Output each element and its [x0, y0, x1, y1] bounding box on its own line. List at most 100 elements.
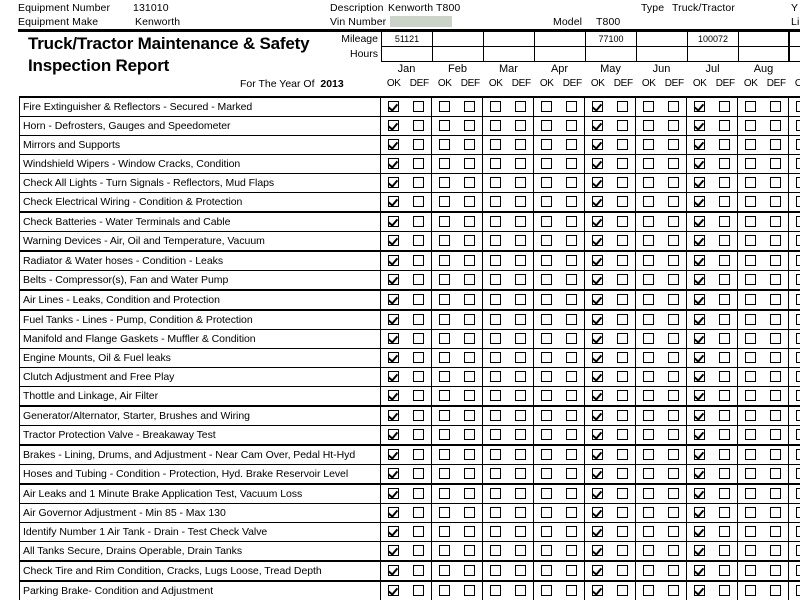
- ok-checkbox[interactable]: [490, 139, 501, 151]
- ok-checkbox-cell[interactable]: [686, 580, 712, 600]
- ok-checkbox[interactable]: [694, 196, 705, 208]
- def-checkbox[interactable]: [413, 410, 424, 422]
- def-checkbox-cell[interactable]: [712, 367, 738, 387]
- def-checkbox[interactable]: [464, 158, 475, 170]
- ok-checkbox-cell[interactable]: [380, 503, 406, 523]
- ok-checkbox-cell[interactable]: [584, 231, 610, 252]
- def-checkbox-cell[interactable]: [610, 289, 636, 311]
- def-checkbox[interactable]: [566, 585, 577, 597]
- def-checkbox-cell[interactable]: [508, 250, 534, 271]
- def-checkbox[interactable]: [770, 158, 781, 170]
- def-checkbox-cell[interactable]: [406, 522, 432, 542]
- def-checkbox[interactable]: [515, 101, 526, 113]
- ok-checkbox-cell[interactable]: [482, 560, 508, 582]
- def-checkbox-cell[interactable]: [763, 522, 789, 542]
- def-checkbox[interactable]: [464, 120, 475, 132]
- ok-checkbox[interactable]: [592, 235, 603, 247]
- def-checkbox[interactable]: [413, 468, 424, 480]
- def-checkbox[interactable]: [668, 255, 679, 267]
- def-checkbox-cell[interactable]: [610, 503, 636, 523]
- hours-cell[interactable]: [637, 47, 688, 62]
- ok-checkbox-cell[interactable]: [737, 503, 763, 523]
- def-checkbox[interactable]: [413, 314, 424, 326]
- def-checkbox[interactable]: [413, 196, 424, 208]
- ok-checkbox-cell[interactable]: [533, 560, 559, 582]
- ok-checkbox[interactable]: [643, 390, 654, 402]
- ok-checkbox-cell[interactable]: [380, 580, 406, 600]
- ok-checkbox[interactable]: [439, 177, 450, 189]
- ok-checkbox-cell[interactable]: [635, 541, 661, 562]
- def-checkbox-cell[interactable]: [508, 231, 534, 252]
- ok-checkbox-cell[interactable]: [686, 192, 712, 213]
- ok-checkbox[interactable]: [796, 507, 800, 519]
- def-checkbox-cell[interactable]: [457, 425, 483, 446]
- def-checkbox-cell[interactable]: [457, 483, 483, 504]
- def-checkbox[interactable]: [719, 235, 730, 247]
- def-checkbox-cell[interactable]: [457, 96, 483, 117]
- ok-checkbox[interactable]: [643, 429, 654, 441]
- ok-checkbox[interactable]: [541, 274, 552, 286]
- def-checkbox[interactable]: [719, 120, 730, 132]
- ok-checkbox-cell[interactable]: [482, 405, 508, 426]
- ok-checkbox-cell[interactable]: [737, 560, 763, 582]
- def-checkbox-cell[interactable]: [763, 270, 789, 291]
- def-checkbox[interactable]: [668, 488, 679, 500]
- ok-checkbox[interactable]: [796, 314, 800, 326]
- ok-checkbox-cell[interactable]: [686, 386, 712, 407]
- def-checkbox-cell[interactable]: [559, 348, 585, 368]
- ok-checkbox-cell[interactable]: [788, 425, 800, 446]
- def-checkbox[interactable]: [515, 371, 526, 383]
- mileage-cell[interactable]: [637, 32, 688, 47]
- ok-checkbox-cell[interactable]: [482, 309, 508, 330]
- def-checkbox[interactable]: [668, 352, 679, 364]
- ok-checkbox-cell[interactable]: [380, 135, 406, 155]
- ok-checkbox-cell[interactable]: [584, 444, 610, 465]
- def-checkbox[interactable]: [719, 371, 730, 383]
- def-checkbox-cell[interactable]: [763, 386, 789, 407]
- ok-checkbox[interactable]: [592, 390, 603, 402]
- ok-checkbox[interactable]: [388, 371, 399, 383]
- def-checkbox-cell[interactable]: [610, 250, 636, 271]
- ok-checkbox-cell[interactable]: [482, 154, 508, 174]
- def-checkbox-cell[interactable]: [457, 348, 483, 368]
- ok-checkbox-cell[interactable]: [380, 329, 406, 349]
- ok-checkbox-cell[interactable]: [737, 250, 763, 271]
- ok-checkbox[interactable]: [694, 545, 705, 557]
- ok-checkbox[interactable]: [745, 449, 756, 461]
- ok-checkbox[interactable]: [745, 390, 756, 402]
- def-checkbox[interactable]: [668, 507, 679, 519]
- ok-checkbox[interactable]: [643, 196, 654, 208]
- ok-checkbox[interactable]: [439, 565, 450, 577]
- ok-checkbox[interactable]: [490, 196, 501, 208]
- def-checkbox-cell[interactable]: [457, 135, 483, 155]
- ok-checkbox-cell[interactable]: [380, 367, 406, 387]
- def-checkbox-cell[interactable]: [559, 464, 585, 485]
- ok-checkbox[interactable]: [592, 468, 603, 480]
- ok-checkbox[interactable]: [388, 352, 399, 364]
- def-checkbox-cell[interactable]: [610, 270, 636, 291]
- ok-checkbox[interactable]: [643, 101, 654, 113]
- def-checkbox-cell[interactable]: [508, 386, 534, 407]
- def-checkbox-cell[interactable]: [712, 425, 738, 446]
- ok-checkbox[interactable]: [439, 488, 450, 500]
- def-checkbox-cell[interactable]: [763, 96, 789, 117]
- ok-checkbox[interactable]: [541, 565, 552, 577]
- ok-checkbox-cell[interactable]: [584, 116, 610, 136]
- ok-checkbox[interactable]: [745, 255, 756, 267]
- def-checkbox-cell[interactable]: [712, 560, 738, 582]
- ok-checkbox-cell[interactable]: [635, 270, 661, 291]
- ok-checkbox-cell[interactable]: [635, 503, 661, 523]
- ok-checkbox[interactable]: [439, 255, 450, 267]
- def-checkbox-cell[interactable]: [559, 250, 585, 271]
- def-checkbox[interactable]: [464, 352, 475, 364]
- def-checkbox[interactable]: [515, 294, 526, 306]
- def-checkbox[interactable]: [515, 235, 526, 247]
- ok-checkbox-cell[interactable]: [635, 329, 661, 349]
- def-checkbox[interactable]: [464, 196, 475, 208]
- def-checkbox[interactable]: [566, 196, 577, 208]
- def-checkbox[interactable]: [770, 177, 781, 189]
- ok-checkbox-cell[interactable]: [788, 503, 800, 523]
- def-checkbox[interactable]: [413, 507, 424, 519]
- ok-checkbox-cell[interactable]: [635, 405, 661, 426]
- ok-checkbox[interactable]: [694, 177, 705, 189]
